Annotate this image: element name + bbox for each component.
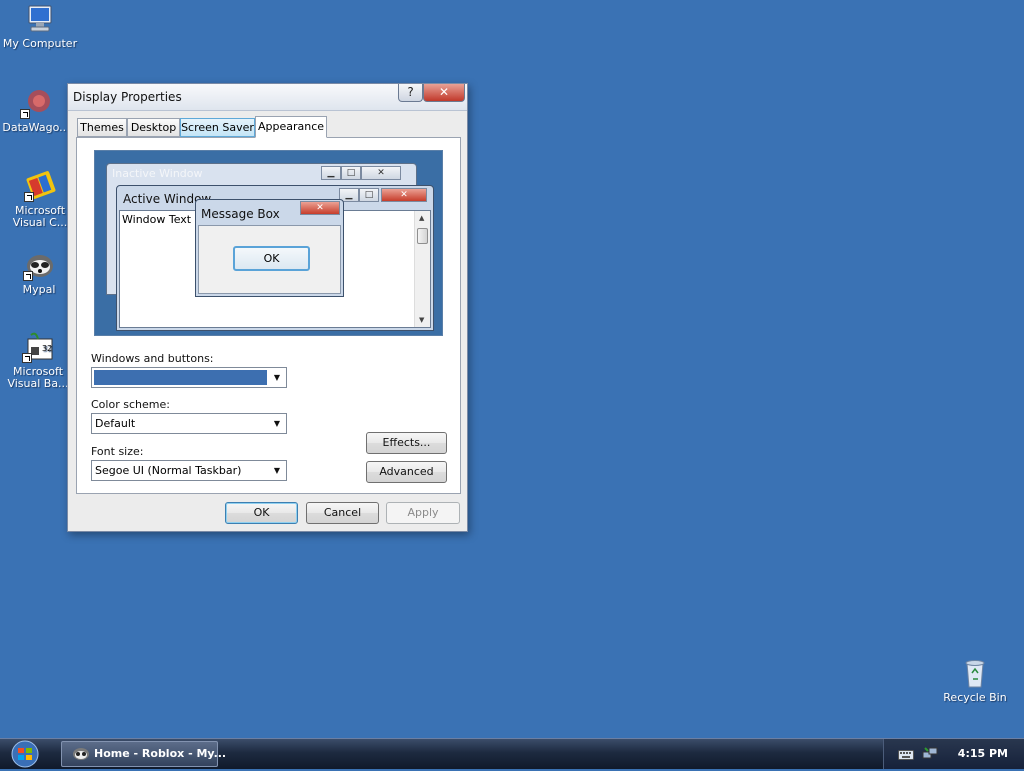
close-button[interactable]: ✕ [423, 84, 465, 102]
color-scheme-select[interactable]: Default ▼ [91, 413, 287, 434]
chevron-down-icon: ▼ [273, 466, 281, 475]
mypal-icon [23, 249, 55, 281]
notification-area: 4:15 PM [883, 739, 1024, 769]
svg-text:32: 32 [42, 344, 52, 353]
chevron-down-icon: ▼ [273, 373, 281, 382]
scroll-down-icon: ▼ [419, 316, 425, 324]
windows-logo-icon [11, 740, 39, 768]
scroll-up-icon: ▲ [419, 214, 425, 222]
color-scheme-value: Default [95, 417, 136, 430]
close-icon: ✕ [361, 166, 401, 180]
ok-button[interactable]: OK [225, 502, 298, 524]
scroll-thumb [417, 228, 428, 244]
desktop-icon-label: Mypal [22, 283, 56, 296]
taskbar-button-label: Home - Roblox - My... [94, 747, 227, 760]
apply-button[interactable]: Apply [386, 502, 460, 524]
computer-icon [24, 3, 56, 35]
chevron-down-icon: ▼ [273, 419, 281, 428]
tab-screen-saver[interactable]: Screen Saver [180, 118, 255, 137]
clock[interactable]: 4:15 PM [958, 747, 1008, 760]
preview-inactive-title: Inactive Window [112, 167, 203, 180]
effects-button[interactable]: Effects... [366, 432, 447, 454]
advanced-button[interactable]: Advanced [366, 461, 447, 483]
taskbar: Home - Roblox - My... 4:15 PM [0, 738, 1024, 769]
dialog-title: Display Properties [73, 90, 182, 104]
keyboard-icon[interactable] [898, 749, 914, 761]
display-properties-dialog: Display Properties ? ✕ Themes Desktop Sc… [67, 83, 468, 532]
preview-window-text: Window Text [122, 213, 192, 226]
shortcut-arrow-icon [24, 192, 34, 202]
preview-ok-button: OK [233, 246, 310, 271]
dialog-titlebar[interactable]: Display Properties ? ✕ [68, 84, 467, 111]
desktop-icon-label: DataWago... [2, 121, 70, 134]
recycle-bin-icon [959, 657, 991, 689]
maximize-icon: □ [359, 188, 379, 202]
appearance-panel: Inactive Window ▁ □ ✕ Active Window ▁ □ … [76, 137, 461, 494]
windows-buttons-select[interactable]: ▼ [91, 367, 287, 388]
mypal-icon [73, 748, 89, 760]
tab-desktop[interactable]: Desktop [127, 118, 180, 137]
close-icon: ✕ [381, 188, 427, 202]
preview-message-box-client: OK [198, 225, 341, 294]
desktop-icon-datawago[interactable]: DataWago... [0, 87, 75, 134]
preview-scrollbar: ▲ ▼ [414, 211, 430, 327]
tab-themes[interactable]: Themes [77, 118, 127, 137]
close-icon: ✕ [300, 201, 340, 215]
font-size-select[interactable]: Segoe UI (Normal Taskbar) ▼ [91, 460, 287, 481]
network-icon[interactable] [922, 746, 938, 762]
minimize-icon: ▁ [321, 166, 341, 180]
cancel-button[interactable]: Cancel [306, 502, 379, 524]
taskbar-button-roblox[interactable]: Home - Roblox - My... [61, 741, 226, 767]
desktop-icon-label: Microsoft Visual Ba... [7, 365, 69, 390]
desktop-icon-label: Microsoft Visual C... [12, 204, 68, 229]
preview-message-box-title: Message Box [201, 207, 280, 221]
visual-basic-icon: 32 [22, 331, 54, 363]
visual-c-icon [24, 170, 56, 202]
desktop-icon-visual-basic[interactable]: 32 Microsoft Visual Ba... [0, 331, 77, 390]
shortcut-arrow-icon [20, 109, 30, 119]
shortcut-arrow-icon [22, 353, 32, 363]
font-size-value: Segoe UI (Normal Taskbar) [95, 464, 242, 477]
desktop-icon-label: Recycle Bin [943, 691, 1007, 704]
desktop-icon-label: My Computer [2, 37, 78, 50]
help-button[interactable]: ? [398, 84, 423, 102]
font-size-label: Font size: [91, 445, 144, 458]
start-button[interactable] [8, 740, 42, 768]
color-scheme-label: Color scheme: [91, 398, 170, 411]
appearance-preview: Inactive Window ▁ □ ✕ Active Window ▁ □ … [94, 150, 443, 336]
shortcut-arrow-icon [23, 271, 33, 281]
desktop-icon-my-computer[interactable]: My Computer [1, 3, 79, 50]
desktop-icon-recycle-bin[interactable]: Recycle Bin [936, 657, 1014, 704]
tab-appearance[interactable]: Appearance [255, 116, 327, 138]
maximize-icon: □ [341, 166, 361, 180]
selected-style-fill [94, 370, 267, 385]
preview-message-box: Message Box ✕ OK [195, 199, 344, 297]
windows-buttons-label: Windows and buttons: [91, 352, 214, 365]
datawago-icon [20, 87, 52, 119]
